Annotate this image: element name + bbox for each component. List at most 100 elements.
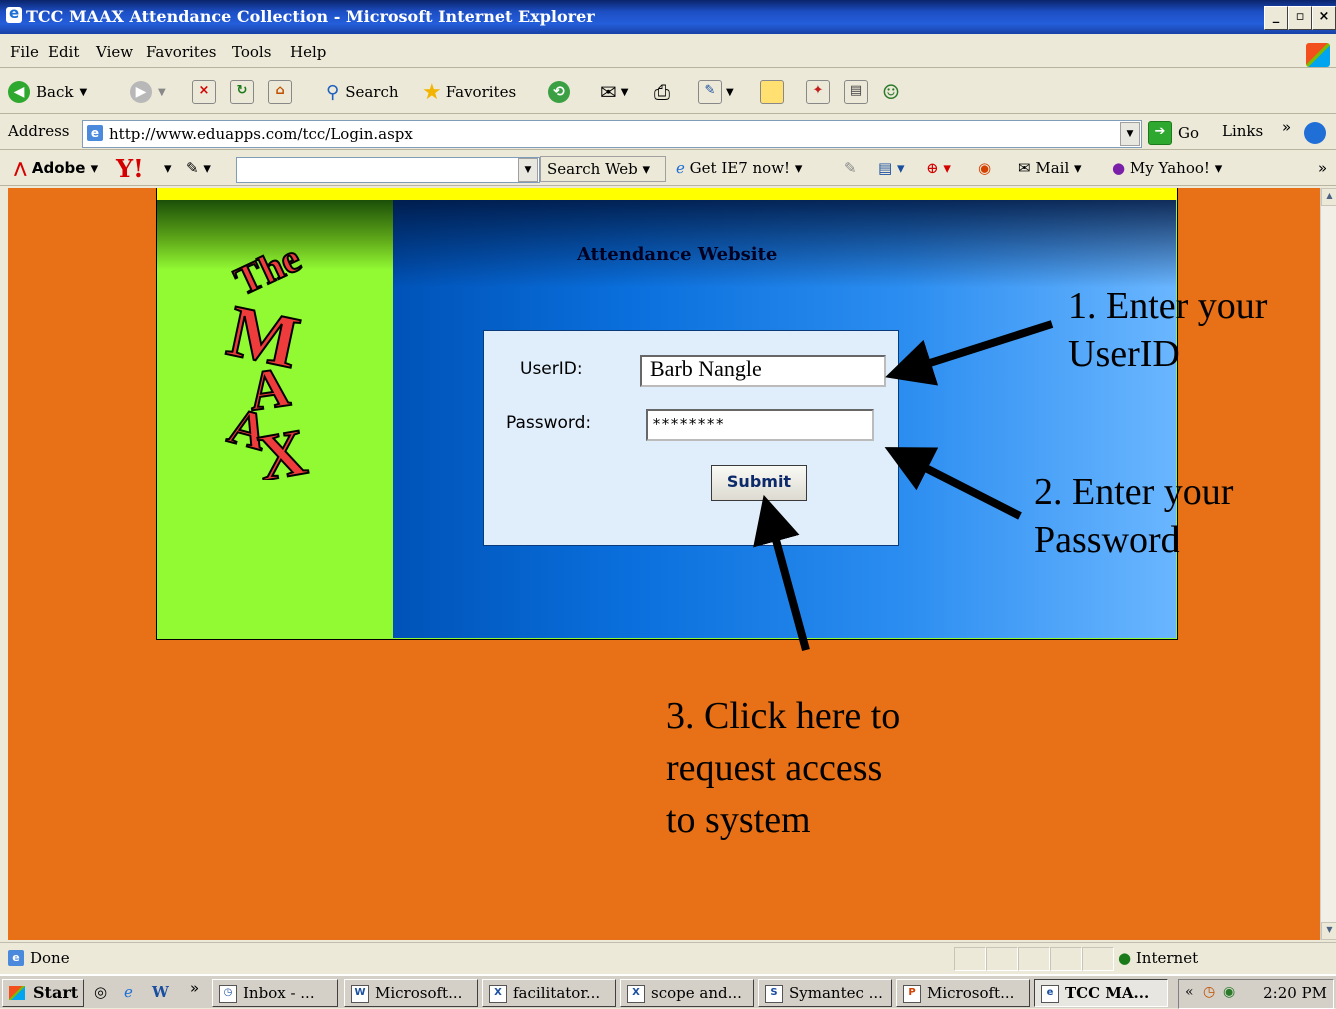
scroll-down-icon[interactable]: ▼ bbox=[1321, 922, 1336, 940]
menu-favorites[interactable]: Favorites bbox=[146, 43, 216, 61]
mail-button[interactable]: ✉ Mail ▾ bbox=[1018, 159, 1082, 177]
maximize-icon[interactable]: ▫ bbox=[1288, 6, 1312, 30]
stop-icon: × bbox=[192, 80, 216, 104]
highlight-pen-icon[interactable]: ✎ ▾ bbox=[186, 159, 211, 177]
symantec-icon: S bbox=[765, 985, 783, 1003]
yahoo-search-input[interactable] bbox=[236, 157, 540, 183]
task-label: Microsoft... bbox=[375, 984, 463, 1002]
vertical-scrollbar[interactable]: ▲ ▼ bbox=[1320, 188, 1336, 940]
favorites-button[interactable]: ★ Favorites bbox=[422, 79, 516, 105]
research-button[interactable]: ✦ bbox=[806, 79, 830, 105]
my-yahoo-button[interactable]: ● My Yahoo! ▾ bbox=[1112, 159, 1222, 177]
page-menu-icon[interactable]: ▤ ▾ bbox=[878, 159, 904, 177]
task-facilitator[interactable]: Xfacilitator... bbox=[482, 979, 616, 1007]
ie-quicklaunch-icon[interactable]: ℯ bbox=[124, 983, 133, 1001]
chevron-down-icon: ▼ bbox=[726, 86, 734, 98]
arrow-to-submit bbox=[753, 494, 810, 652]
step3-line2: request access bbox=[666, 747, 883, 789]
edit-button[interactable]: ✎ ▼ bbox=[698, 79, 734, 105]
page-icon: e bbox=[8, 950, 24, 966]
home-button[interactable]: ⌂ bbox=[268, 79, 292, 105]
go-arrow-icon: ➔ bbox=[1148, 121, 1172, 145]
messenger-icon: ☺ bbox=[882, 80, 900, 104]
task-label: scope and... bbox=[651, 984, 742, 1002]
refresh-button[interactable]: ↻ bbox=[230, 79, 254, 105]
menu-edit[interactable]: Edit bbox=[48, 43, 79, 61]
my-yahoo-icon: ● bbox=[1112, 159, 1126, 177]
yahoo-menu-dropdown-icon[interactable]: ▾ bbox=[164, 159, 172, 177]
clock: 2:20 PM bbox=[1263, 984, 1327, 1002]
back-label: Back bbox=[36, 83, 74, 101]
menu-help[interactable]: Help bbox=[290, 43, 326, 61]
get-ie7-button[interactable]: ℯ Get IE7 now! ▾ bbox=[676, 159, 802, 177]
close-icon[interactable]: × bbox=[1312, 6, 1336, 30]
menu-view[interactable]: View bbox=[96, 43, 133, 61]
forward-button[interactable]: ▶ ▼ bbox=[130, 79, 166, 105]
task-tcc-maax[interactable]: e TCC MA... bbox=[1034, 979, 1168, 1007]
history-button[interactable]: ⟲ bbox=[548, 79, 570, 105]
messenger-button[interactable]: ☺ bbox=[882, 79, 900, 105]
go-label: Go bbox=[1178, 124, 1200, 142]
task-inbox[interactable]: ◷ Inbox - ... bbox=[212, 979, 338, 1007]
go-button[interactable]: ➔ Go bbox=[1148, 120, 1199, 146]
status-segment bbox=[954, 947, 986, 971]
print-button[interactable]: ⎙ bbox=[654, 79, 670, 105]
chevron-more-icon[interactable]: » bbox=[1318, 159, 1327, 177]
stop-button[interactable]: × bbox=[192, 79, 216, 105]
search-dropdown-icon[interactable]: ▼ bbox=[518, 158, 538, 182]
globe-icon: ● bbox=[1118, 949, 1132, 967]
adobe-label: Adobe bbox=[31, 159, 86, 177]
yahoo-logo-icon[interactable]: Y! bbox=[116, 154, 144, 183]
menu-bar: File Edit View Favorites Tools Help bbox=[0, 36, 1336, 68]
mail-button[interactable]: ✉ ▼ bbox=[600, 79, 628, 105]
minimize-icon[interactable]: _ bbox=[1264, 6, 1288, 30]
task-label: Microsoft... bbox=[927, 984, 1015, 1002]
arrow-to-password bbox=[884, 447, 1022, 520]
quicklaunch-icon[interactable]: ◎ bbox=[94, 983, 107, 1001]
tray-expand-icon[interactable]: « bbox=[1185, 984, 1194, 1000]
address-input[interactable]: e http://www.eduapps.com/tcc/Login.aspx bbox=[82, 120, 1142, 148]
start-label: Start bbox=[33, 983, 79, 1002]
security-zone-label: Internet bbox=[1135, 949, 1199, 967]
get-ie7-label: Get IE7 now! bbox=[689, 159, 791, 177]
step1-line1: 1. Enter your bbox=[1068, 285, 1268, 327]
links-button[interactable]: Links bbox=[1222, 122, 1263, 140]
menu-tools[interactable]: Tools bbox=[232, 43, 271, 61]
chevron-more-icon[interactable]: » bbox=[190, 979, 199, 997]
tray-clock-app-icon[interactable]: ◷ bbox=[1203, 984, 1215, 1000]
home-icon: ⌂ bbox=[268, 80, 292, 104]
ie-icon: e bbox=[1041, 985, 1059, 1003]
print-icon: ⎙ bbox=[654, 80, 670, 104]
audio-icon[interactable]: ◉ bbox=[978, 159, 991, 177]
address-dropdown-icon[interactable]: ▼ bbox=[1120, 122, 1140, 146]
task-scope[interactable]: Xscope and... bbox=[620, 979, 754, 1007]
task-symantec[interactable]: S Symantec ... bbox=[758, 979, 892, 1007]
tray-status-icon[interactable]: ◉ bbox=[1223, 984, 1235, 1000]
target-icon[interactable]: ⊕ ▾ bbox=[926, 159, 951, 177]
pencil-icon[interactable]: ✎ bbox=[844, 159, 857, 177]
window-title-bar[interactable]: TCC MAAX Attendance Collection - Microso… bbox=[0, 0, 1336, 34]
status-text: e Done bbox=[8, 949, 70, 967]
back-button[interactable]: ◀ Back ▼ bbox=[8, 79, 87, 105]
envelope-icon: ✉ bbox=[1018, 159, 1031, 177]
search-button[interactable]: ⚲ Search bbox=[326, 79, 399, 105]
my-yahoo-label: My Yahoo! bbox=[1129, 159, 1210, 177]
address-label: Address bbox=[8, 122, 70, 140]
media-button[interactable]: ▤ bbox=[844, 79, 868, 105]
edit-icon: ✎ bbox=[698, 80, 722, 104]
search-web-button[interactable]: Search Web ▾ bbox=[540, 156, 666, 182]
task-microsoft-powerpoint[interactable]: P Microsoft... bbox=[896, 979, 1030, 1007]
adobe-button[interactable]: ⋀ Adobe ▾ bbox=[14, 159, 98, 177]
discuss-button[interactable] bbox=[760, 79, 784, 105]
chevron-more-icon[interactable]: » bbox=[1282, 118, 1291, 136]
star-icon: ★ bbox=[422, 79, 442, 105]
outlook-icon: ◷ bbox=[219, 985, 237, 1003]
word-quicklaunch-icon[interactable]: W bbox=[152, 983, 169, 1001]
task-microsoft-word[interactable]: W Microsoft... bbox=[344, 979, 478, 1007]
scroll-up-icon[interactable]: ▲ bbox=[1321, 188, 1336, 206]
start-button[interactable]: Start bbox=[2, 979, 84, 1007]
acrobat-icon[interactable] bbox=[1304, 122, 1326, 144]
page-content: The M A A X Attendance Website UserID: B… bbox=[8, 188, 1320, 940]
menu-file[interactable]: File bbox=[10, 43, 39, 61]
mail-icon: ✉ bbox=[600, 80, 617, 104]
